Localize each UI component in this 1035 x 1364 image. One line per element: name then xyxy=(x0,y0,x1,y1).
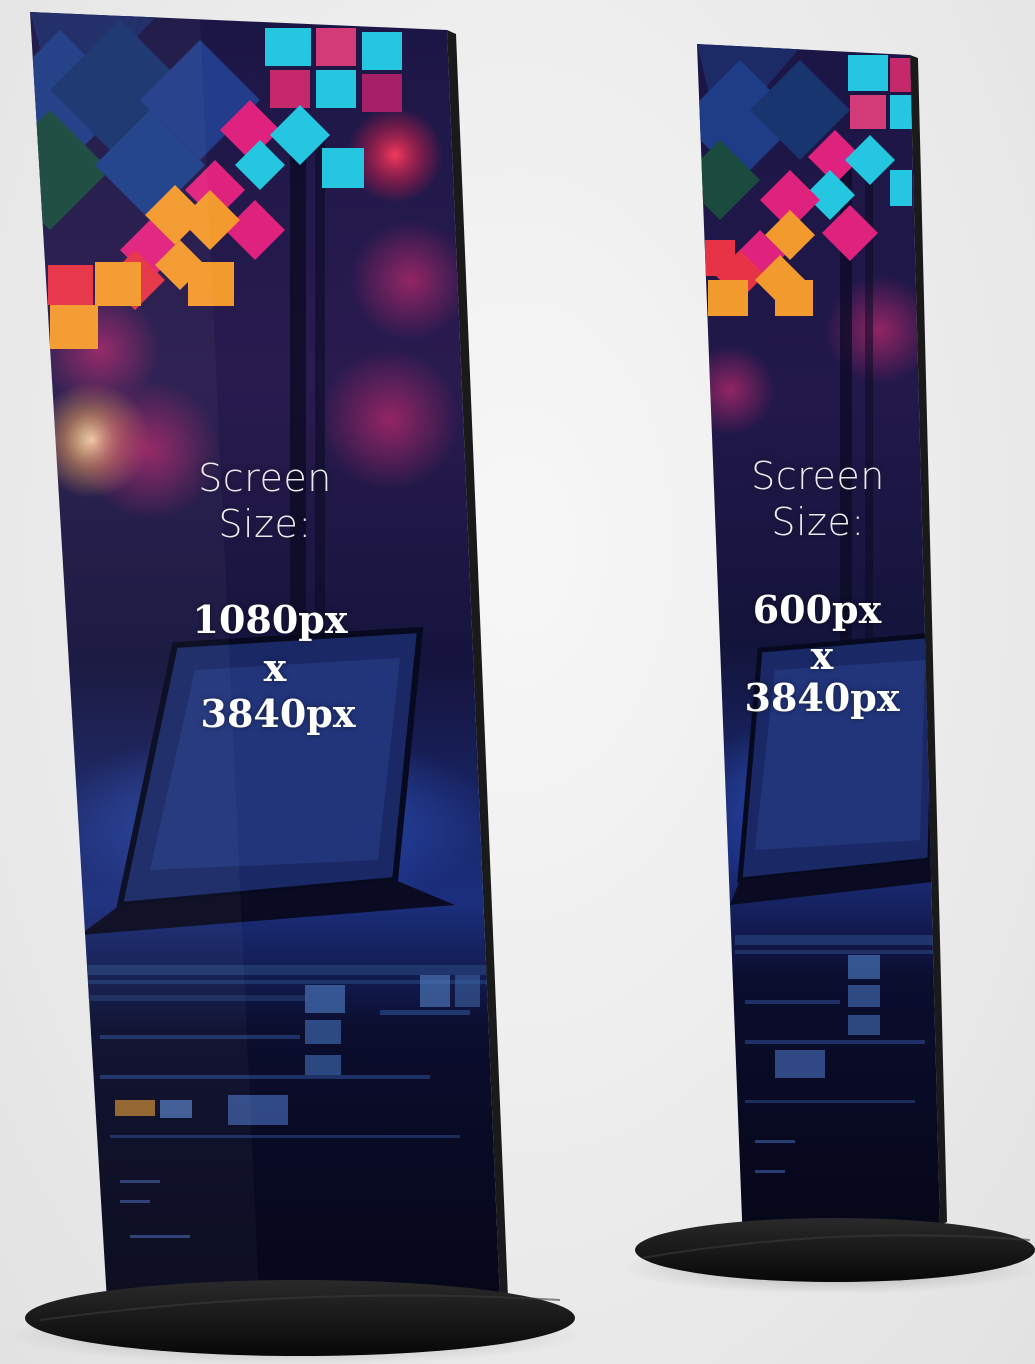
large-screen-height: 3840px xyxy=(200,691,356,736)
large-screen-times: x xyxy=(263,645,287,690)
large-screen-label-line2: Size: xyxy=(218,502,312,546)
small-screen-label-line1: Screen xyxy=(751,454,885,498)
small-screen-height: 3840px xyxy=(744,675,900,720)
product-mockup-scene: Screen Size: 1080px x 3840px Screen Size… xyxy=(0,0,1035,1364)
small-screen-label-line2: Size: xyxy=(771,500,865,544)
large-screen-width: 1080px xyxy=(192,597,348,642)
large-screen-label-line1: Screen xyxy=(198,456,332,500)
small-screen-times: x xyxy=(810,633,834,678)
small-screen-width: 600px xyxy=(752,587,882,632)
display-base-large xyxy=(25,1280,575,1356)
